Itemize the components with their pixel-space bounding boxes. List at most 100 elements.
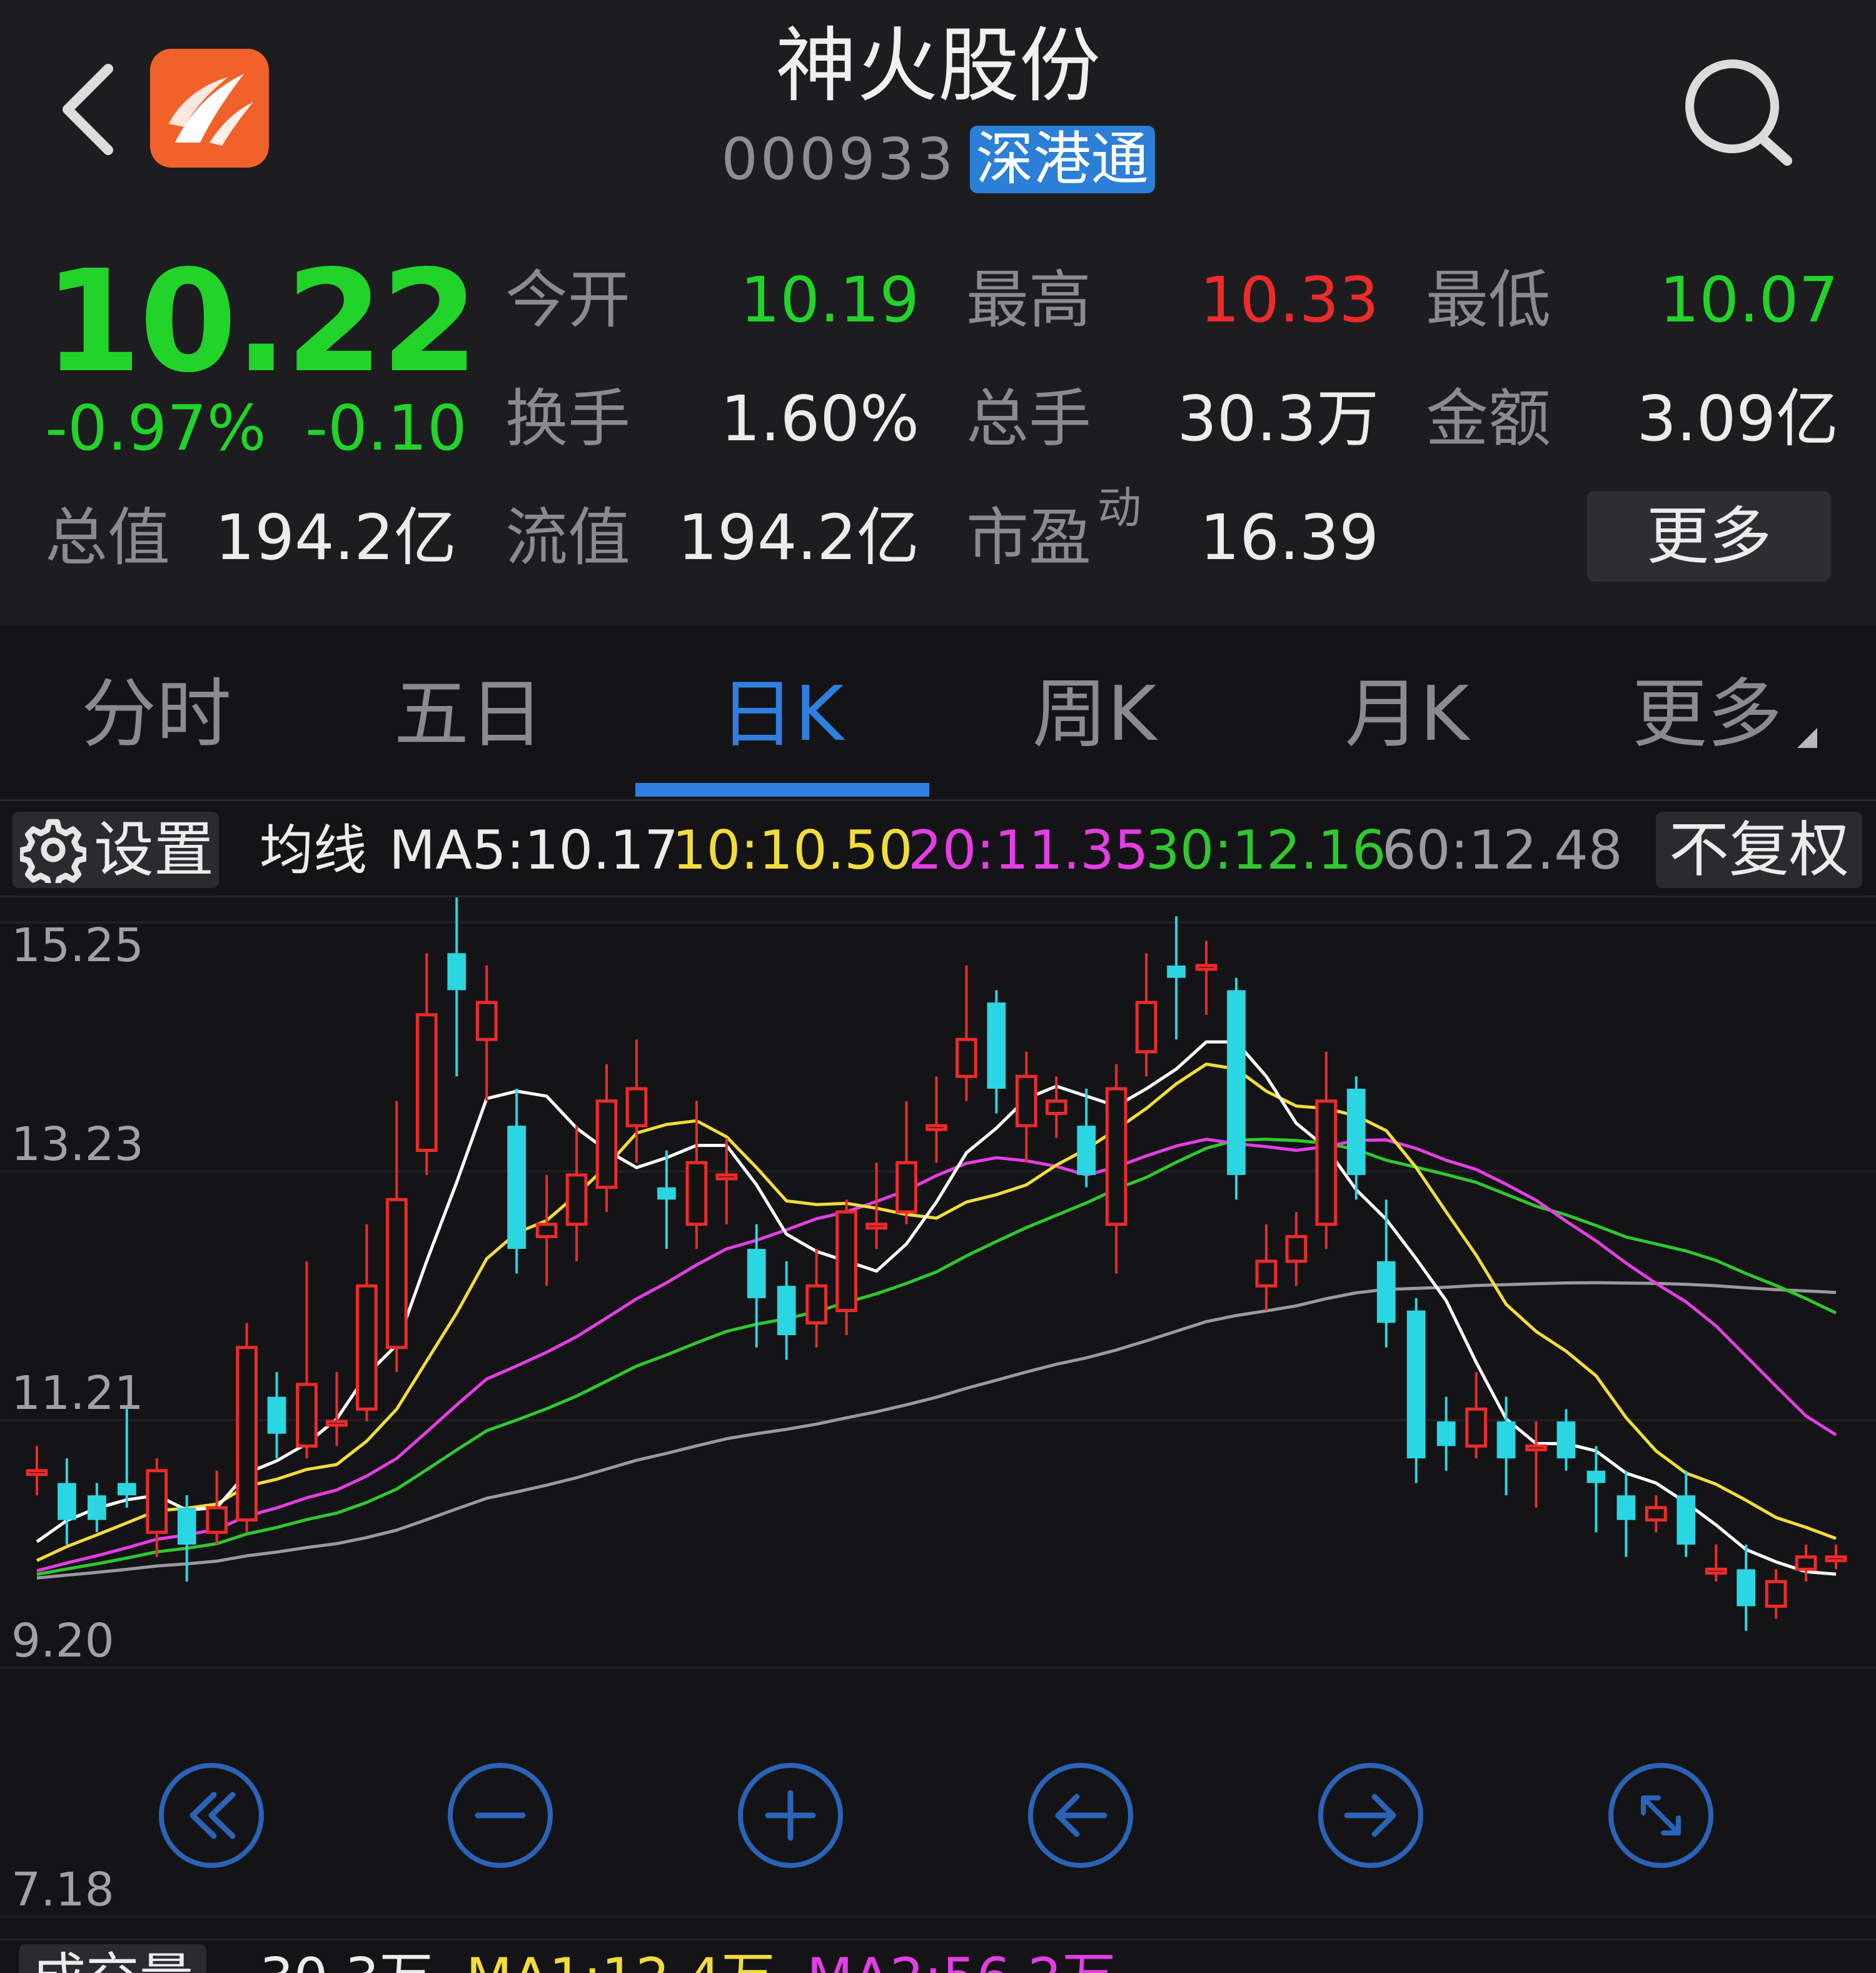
candle-body (296, 1383, 318, 1448)
zoom-in-icon[interactable] (735, 1760, 845, 1870)
y-tick-label: 11.21 (11, 1366, 144, 1420)
candle (1227, 977, 1246, 1200)
tab-weekly-k[interactable]: 周K (938, 669, 1251, 760)
candle (925, 1076, 947, 1163)
market-cap-value: 194.2亿 (214, 501, 456, 574)
candle (835, 1199, 858, 1336)
expand-icon[interactable] (1606, 1760, 1716, 1870)
zoom-out-icon[interactable] (445, 1760, 555, 1870)
candle-body (625, 1087, 648, 1128)
candle-body (58, 1483, 76, 1520)
candle-body (236, 1346, 258, 1522)
candle-body (1737, 1569, 1756, 1607)
candle-body (1556, 1421, 1576, 1459)
candlestick-chart[interactable]: 15.25 13.23 11.21 9.20 7.18 (0, 897, 1876, 1939)
tabs-divider (0, 799, 1876, 801)
candle (236, 1323, 258, 1533)
candle (595, 1064, 618, 1213)
candle (1645, 1495, 1667, 1533)
arrow-right-icon[interactable] (1316, 1760, 1426, 1870)
candle-body (1195, 964, 1218, 971)
candle (206, 1470, 228, 1545)
candle (1525, 1421, 1547, 1508)
search-icon[interactable] (1676, 53, 1801, 172)
volume-value: 30.3万 (260, 1944, 433, 1973)
candle-body (1705, 1567, 1727, 1575)
ma-title: 均线 (260, 819, 367, 882)
price-adjust-button[interactable]: 不复权 (1656, 812, 1862, 888)
turnover-value: 1.60% (720, 382, 919, 455)
arrow-left-icon[interactable] (1026, 1760, 1136, 1870)
candle (1765, 1569, 1787, 1619)
tab-intraday[interactable]: 分时 (0, 669, 313, 760)
candle-body (1227, 990, 1246, 1175)
candle-body (535, 1223, 558, 1238)
tab-monthly-k[interactable]: 月K (1251, 669, 1563, 760)
tab-five-day[interactable]: 五日 (313, 669, 625, 760)
candle (386, 1101, 408, 1373)
candle (715, 1138, 738, 1224)
candle-body (1167, 965, 1186, 978)
candle (356, 1224, 378, 1421)
gear-icon (20, 819, 86, 883)
candle (987, 990, 1006, 1114)
tab-daily-k[interactable]: 日K (625, 669, 938, 760)
candle-body (1406, 1310, 1426, 1459)
change-percent: -0.97% (45, 391, 266, 465)
ma30-value: 30:12.16 (1146, 819, 1386, 882)
candle (625, 1039, 648, 1163)
stock-code: 000933 (721, 126, 956, 193)
candle-body (267, 1396, 286, 1434)
y-tick-label: 7.18 (11, 1863, 114, 1917)
pe-dynamic-marker: 动 (1097, 482, 1141, 533)
turnover-label: 换手 (505, 382, 630, 455)
candle (177, 1495, 196, 1582)
candle-body (1077, 1126, 1096, 1175)
candle (1586, 1446, 1606, 1533)
candle (777, 1261, 796, 1360)
more-quote-button[interactable]: 更多 (1587, 491, 1831, 582)
candle (58, 1458, 76, 1545)
stock-code-row: 000933 深港通 (0, 125, 1876, 200)
candle-body (777, 1286, 796, 1336)
candle-body (1795, 1555, 1817, 1571)
volume-ma2: MA2:56.2万 (807, 1944, 1116, 1973)
candle-body (956, 1037, 977, 1078)
ma20-value: 20:11.35 (908, 819, 1149, 882)
candle (447, 897, 466, 1077)
ma5-value: MA5:10.17 (389, 819, 678, 882)
candle-body (1346, 1088, 1366, 1175)
candle-body (805, 1284, 828, 1325)
candle-body (987, 1002, 1006, 1089)
candle (88, 1483, 106, 1533)
candle (1376, 1199, 1396, 1348)
y-axis-labels: 15.25 13.23 11.21 9.20 7.18 (11, 919, 144, 1917)
candle-body (206, 1506, 228, 1534)
high-label: 最高 (966, 263, 1091, 336)
candle-body (747, 1249, 766, 1298)
open-value: 10.19 (740, 263, 919, 336)
low-value: 10.07 (1659, 263, 1838, 336)
candle (1616, 1470, 1636, 1557)
candle-body (415, 1013, 438, 1152)
candle-body (117, 1483, 136, 1496)
candle (1496, 1396, 1516, 1496)
volume-label[interactable]: 成交量 (19, 1944, 206, 1973)
candle-body (1315, 1099, 1338, 1226)
double-left-icon[interactable] (156, 1760, 266, 1870)
settings-label: 设置 (94, 815, 214, 885)
candle-body (657, 1187, 676, 1200)
candle-body (1436, 1421, 1456, 1446)
candle-body (1645, 1506, 1667, 1522)
settings-button[interactable]: 设置 (13, 812, 219, 888)
candle-body (1135, 1001, 1157, 1054)
candle-body (1015, 1074, 1037, 1128)
amount-label: 金额 (1426, 382, 1551, 455)
candle-body (326, 1420, 348, 1427)
candle-body (1285, 1234, 1308, 1263)
candle-body (1765, 1580, 1787, 1608)
candle-body (1255, 1259, 1278, 1288)
pe-label: 市盈 (966, 501, 1091, 574)
candle-body (925, 1124, 947, 1131)
candle (1105, 1064, 1127, 1274)
